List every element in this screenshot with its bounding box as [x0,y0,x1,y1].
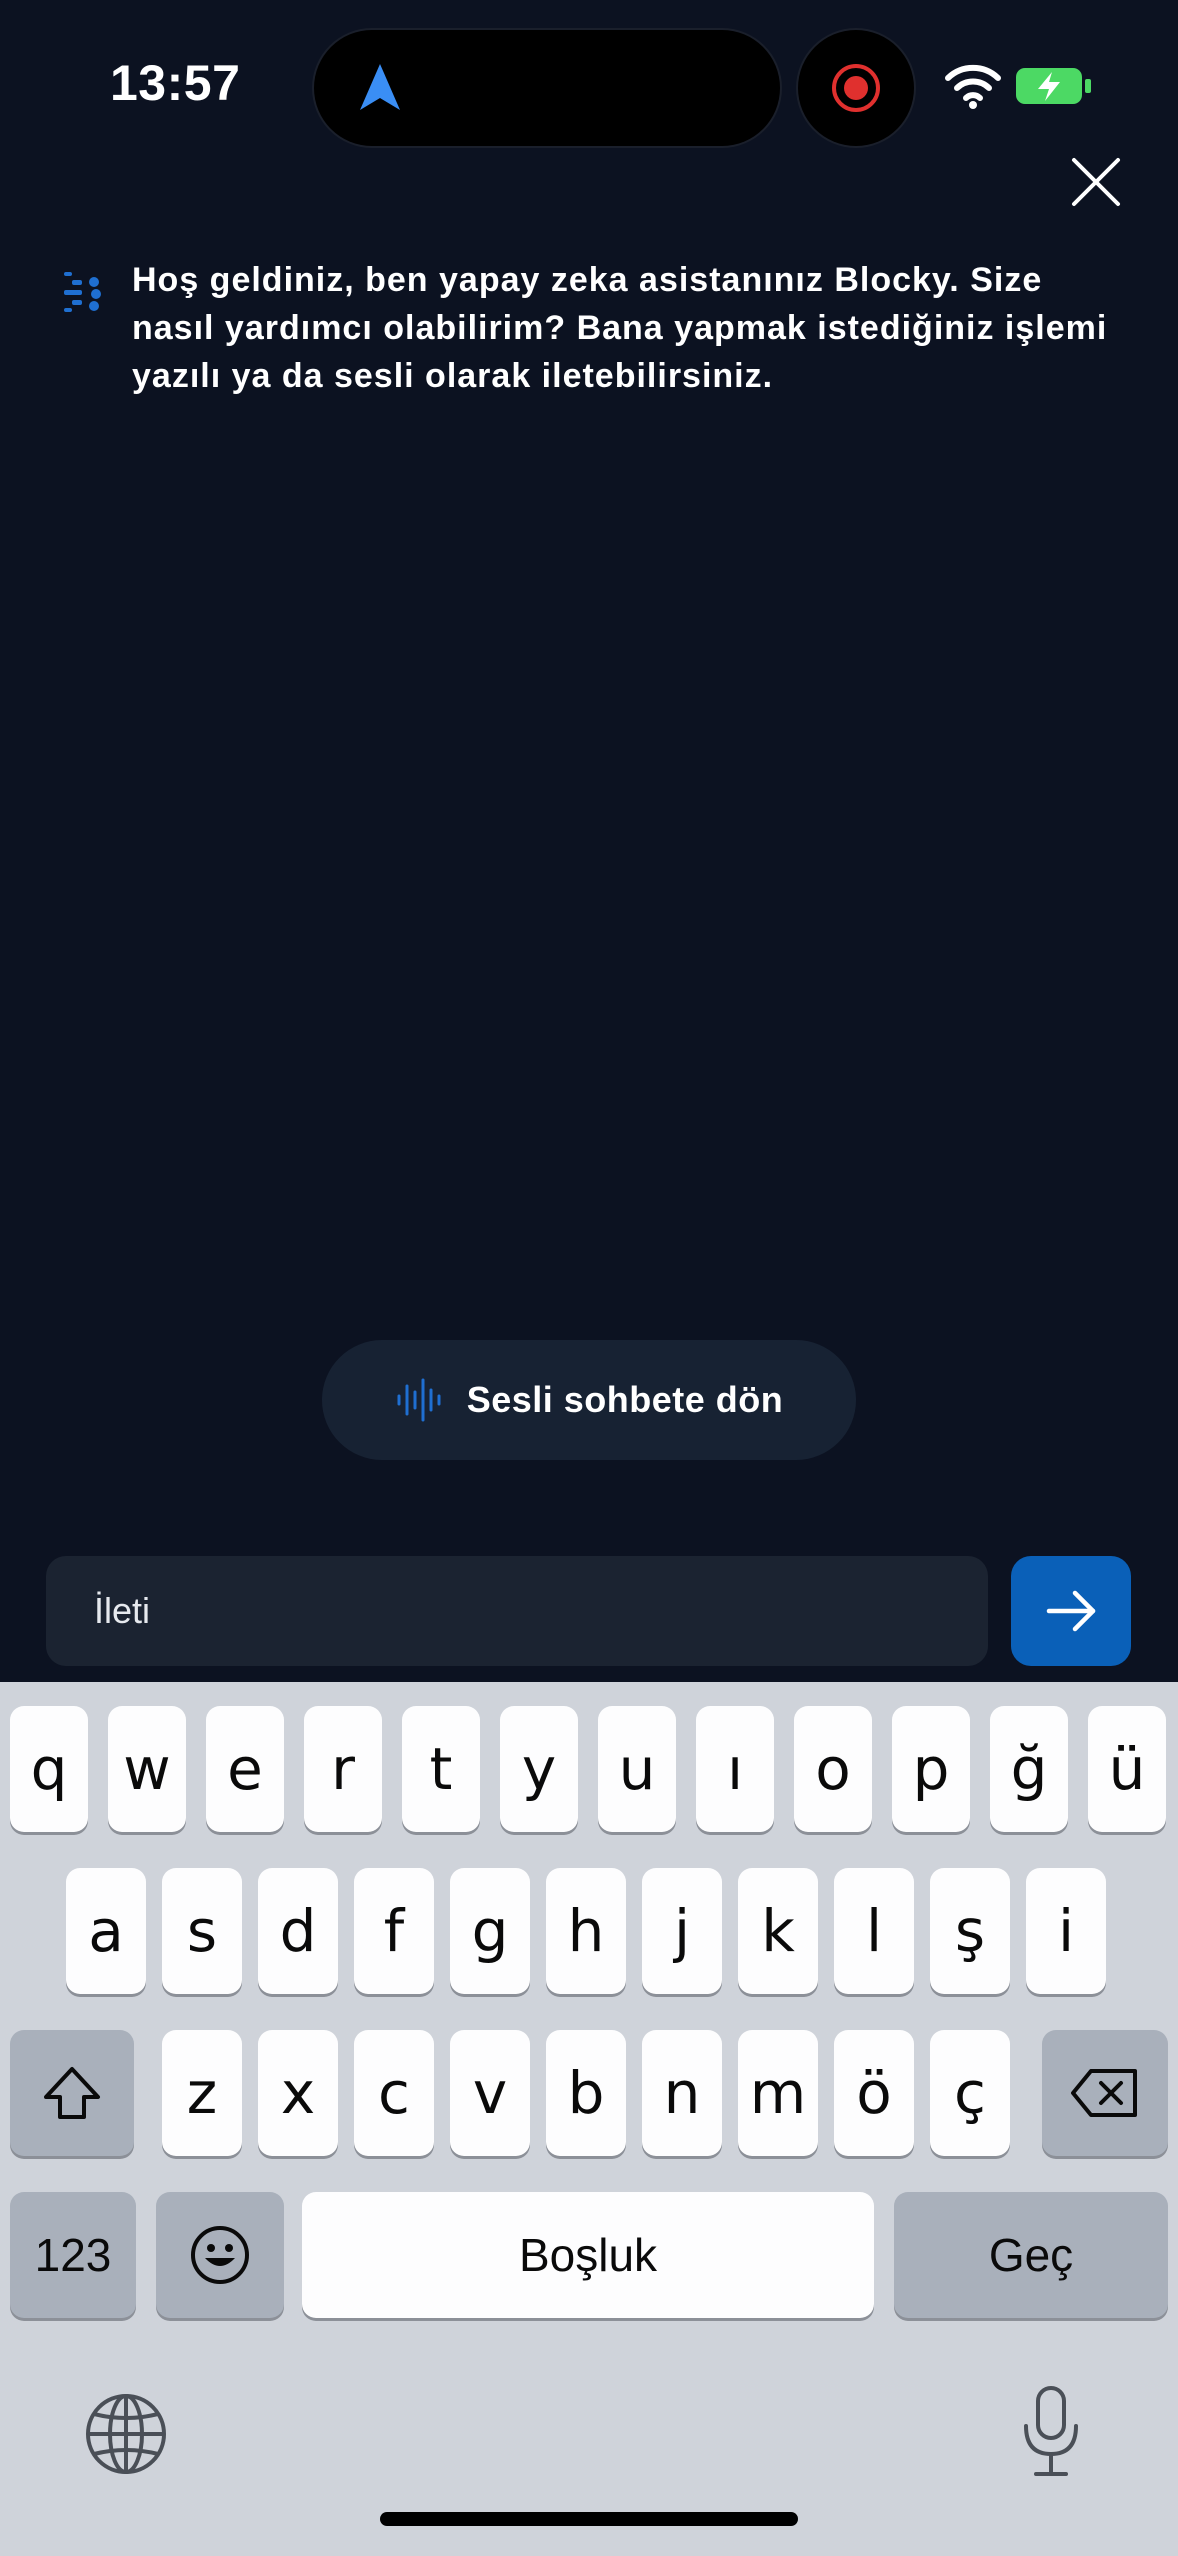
navigation-arrow-icon [360,64,400,110]
key[interactable]: y [500,1706,578,1832]
globe-button[interactable] [84,2392,168,2476]
key[interactable]: i [1026,1868,1106,1994]
keyboard: q w e r t y u ı o p ğ ü a s d f g h j k … [0,1682,1178,2556]
return-key[interactable]: Geç [894,2192,1168,2318]
key[interactable]: o [794,1706,872,1832]
close-button[interactable] [1064,150,1128,214]
space-key[interactable]: Boşluk [302,2192,874,2318]
key[interactable]: p [892,1706,970,1832]
message-input[interactable] [46,1556,988,1666]
key[interactable]: z [162,2030,242,2156]
waveform-icon [397,1378,441,1422]
key[interactable]: ı [696,1706,774,1832]
assistant-message: Hoş geldiniz, ben yapay zeka asistanınız… [132,261,1108,395]
record-indicator [798,30,914,146]
key[interactable]: j [642,1868,722,1994]
key[interactable]: t [402,1706,480,1832]
key[interactable]: q [10,1706,88,1832]
key[interactable]: s [162,1868,242,1994]
numbers-key[interactable]: 123 [10,2192,136,2318]
key[interactable]: ü [1088,1706,1166,1832]
key[interactable]: m [738,2030,818,2156]
shift-icon [44,2067,100,2119]
battery-icon [1016,68,1091,104]
dynamic-island [314,30,780,146]
dictation-button[interactable] [1018,2384,1084,2480]
key[interactable]: l [834,1868,914,1994]
key[interactable]: d [258,1868,338,1994]
key[interactable]: g [450,1868,530,1994]
key[interactable]: f [354,1868,434,1994]
wifi-icon [945,64,1001,109]
key[interactable]: k [738,1868,818,1994]
blocky-logo-icon [64,272,101,312]
microphone-icon [1024,2386,1078,2476]
key[interactable]: c [354,2030,434,2156]
home-indicator [380,2512,798,2526]
key[interactable]: b [546,2030,626,2156]
backspace-icon [1071,2069,1137,2117]
arrow-right-icon [1046,1590,1096,1632]
globe-icon [86,2394,166,2474]
send-button[interactable] [1011,1556,1131,1666]
voice-chat-label: Sesli sohbete dön [466,1379,784,1420]
key[interactable]: a [66,1868,146,1994]
backspace-key[interactable] [1042,2030,1168,2156]
voice-chat-button[interactable]: Sesli sohbete dön [322,1340,856,1460]
key[interactable]: v [450,2030,530,2156]
emoji-icon [191,2226,249,2284]
key[interactable]: e [206,1706,284,1832]
key[interactable]: n [642,2030,722,2156]
key[interactable]: h [546,1868,626,1994]
key[interactable]: ö [834,2030,914,2156]
key[interactable]: u [598,1706,676,1832]
shift-key[interactable] [10,2030,134,2156]
key[interactable]: ş [930,1868,1010,1994]
close-icon [1072,158,1120,206]
key[interactable]: x [258,2030,338,2156]
key[interactable]: ğ [990,1706,1068,1832]
key[interactable]: r [304,1706,382,1832]
record-icon [832,64,880,112]
key[interactable]: ç [930,2030,1010,2156]
status-time: 13:57 [110,55,241,111]
key[interactable]: w [108,1706,186,1832]
emoji-key[interactable] [156,2192,284,2318]
